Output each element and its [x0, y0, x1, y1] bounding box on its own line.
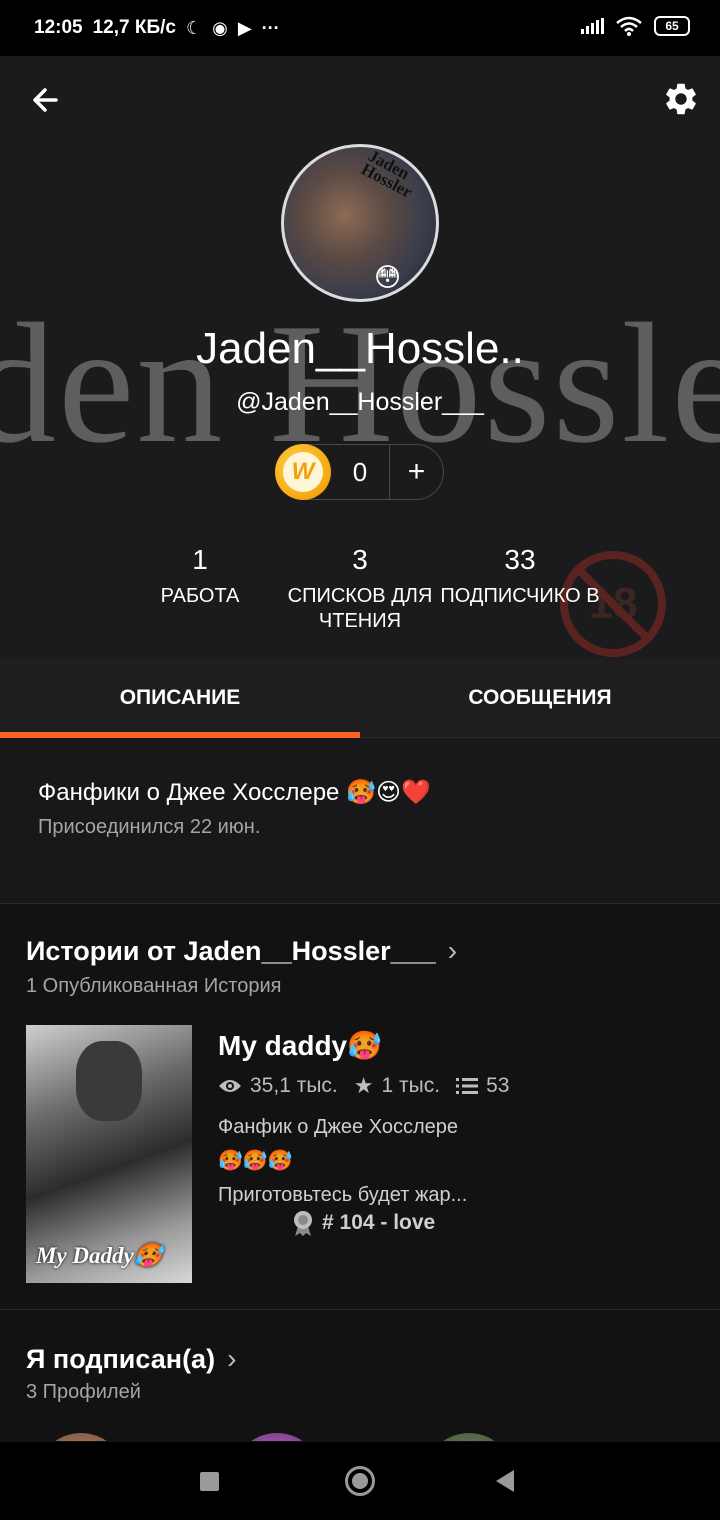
profile-header: den Hossler Jaden Hossler 😳 Jaden__Hossl… [0, 56, 720, 658]
cover-title: My Daddy🥵 [36, 1243, 163, 1268]
story-votes: 1 тыс. [381, 1074, 441, 1097]
following-section: Я подписан(а) › 3 Профилей [0, 1311, 720, 1441]
story-views: 35,1 тыс. [250, 1074, 338, 1097]
stat-followers-label: ПОДПИСЧИКО В [440, 585, 600, 607]
chevron-right-icon: › [447, 935, 458, 966]
network-speed: 12,7 КБ/с [92, 17, 176, 38]
story-title[interactable]: My daddy🥵 [218, 1029, 382, 1062]
eye-icon [219, 1080, 241, 1092]
system-nav-bar [0, 1442, 720, 1520]
back-arrow-icon[interactable] [26, 80, 66, 120]
coin-icon: W [275, 444, 331, 500]
app-icon: ▶ [237, 17, 252, 38]
stories-count: 1 Опубликованная История [26, 975, 282, 997]
story-desc-line-3: Приготовьтесь будет жар... [218, 1184, 468, 1206]
stories-section: Истории от Jaden__Hossler___ › 1 Опублик… [0, 905, 720, 1310]
stat-reading-lists[interactable]: 3 СПИСКОВ ДЛЯ ЧТЕНИЯ [280, 544, 440, 634]
stat-works-label: РАБОТА [160, 585, 240, 607]
avatar-signature: Jaden Hossler [358, 146, 416, 202]
battery-level: 65 [665, 19, 679, 33]
story-parts: 53 [486, 1074, 510, 1097]
tab-messages[interactable]: СООБЩЕНИЯ [360, 658, 720, 738]
stat-followers[interactable]: 33 ПОДПИСЧИКО В [440, 544, 600, 609]
emoji-face-icon: 😳 [374, 262, 402, 292]
status-time: 12:05 [34, 17, 83, 38]
story-description: Фанфик о Джее Хосслере 🥵🥵🥵 Приготовьтесь… [218, 1110, 518, 1212]
stories-header[interactable]: Истории от Jaden__Hossler___ › [26, 935, 457, 967]
moon-icon: ☾ [185, 17, 203, 38]
following-avatar[interactable] [36, 1433, 126, 1441]
coin-count: 0 [352, 456, 368, 487]
following-count: 3 Профилей [26, 1381, 141, 1403]
status-bar: 12:05 12,7 КБ/с ☾ ◉ ▶ ··· 65 [0, 0, 720, 56]
following-avatar[interactable] [232, 1433, 322, 1441]
story-rank[interactable]: # 104 - love [292, 1210, 435, 1236]
battery-icon: 65 [654, 16, 690, 36]
following-header[interactable]: Я подписан(а) › [26, 1343, 236, 1375]
stat-works[interactable]: 1 РАБОТА [140, 544, 260, 609]
profile-description: Фанфики о Джее Хосслере 🥵😍❤️ Присоединил… [0, 738, 720, 904]
back-button[interactable] [496, 1470, 514, 1492]
tab-description[interactable]: ОПИСАНИЕ [0, 658, 360, 738]
recents-button[interactable] [200, 1472, 219, 1491]
profile-display-name: Jaden__Hossle.. [196, 324, 524, 373]
chevron-right-icon: › [227, 1343, 237, 1374]
star-icon: ★ [353, 1073, 374, 1098]
stat-works-value: 1 [192, 544, 208, 575]
stat-reading-lists-value: 3 [352, 544, 368, 575]
profile-tabs: ОПИСАНИЕ СООБЩЕНИЯ [0, 658, 720, 738]
stat-reading-lists-label: СПИСКОВ ДЛЯ ЧТЕНИЯ [287, 585, 433, 632]
description-text: Фанфики о Джее Хосслере 🥵😍❤️ [38, 779, 431, 806]
more-icon: ··· [261, 17, 280, 38]
story-desc-line-2: 🥵🥵🥵 [218, 1150, 293, 1172]
following-title: Я подписан(а) [26, 1343, 216, 1374]
profile-username: @Jaden__Hossler___ [236, 388, 484, 416]
signal-icon [581, 18, 604, 34]
rank-medal-icon [294, 1211, 312, 1236]
story-meta: 35,1 тыс. ★ 1 тыс. 53 [218, 1073, 515, 1099]
joined-date: Присоединился 22 июн. [38, 816, 261, 838]
cover-figure [76, 1041, 142, 1121]
add-coins-button[interactable]: + [390, 455, 443, 489]
notification-icon: ◉ [212, 17, 228, 38]
story-cover[interactable]: My Daddy🥵 [26, 1025, 192, 1283]
coin-balance[interactable]: W 0 + [275, 444, 444, 500]
stories-title: Истории от Jaden__Hossler___ [26, 935, 436, 966]
settings-gear-icon[interactable] [662, 80, 700, 118]
story-desc-line-1: Фанфик о Джее Хосслере [218, 1116, 458, 1138]
wifi-icon [616, 16, 642, 36]
story-rank-text: # 104 - love [322, 1211, 436, 1234]
stat-followers-value: 33 [504, 544, 536, 575]
following-avatar[interactable] [424, 1433, 514, 1441]
profile-avatar[interactable]: Jaden Hossler 😳 [281, 144, 439, 302]
list-icon [456, 1078, 479, 1094]
home-button[interactable] [345, 1466, 375, 1496]
